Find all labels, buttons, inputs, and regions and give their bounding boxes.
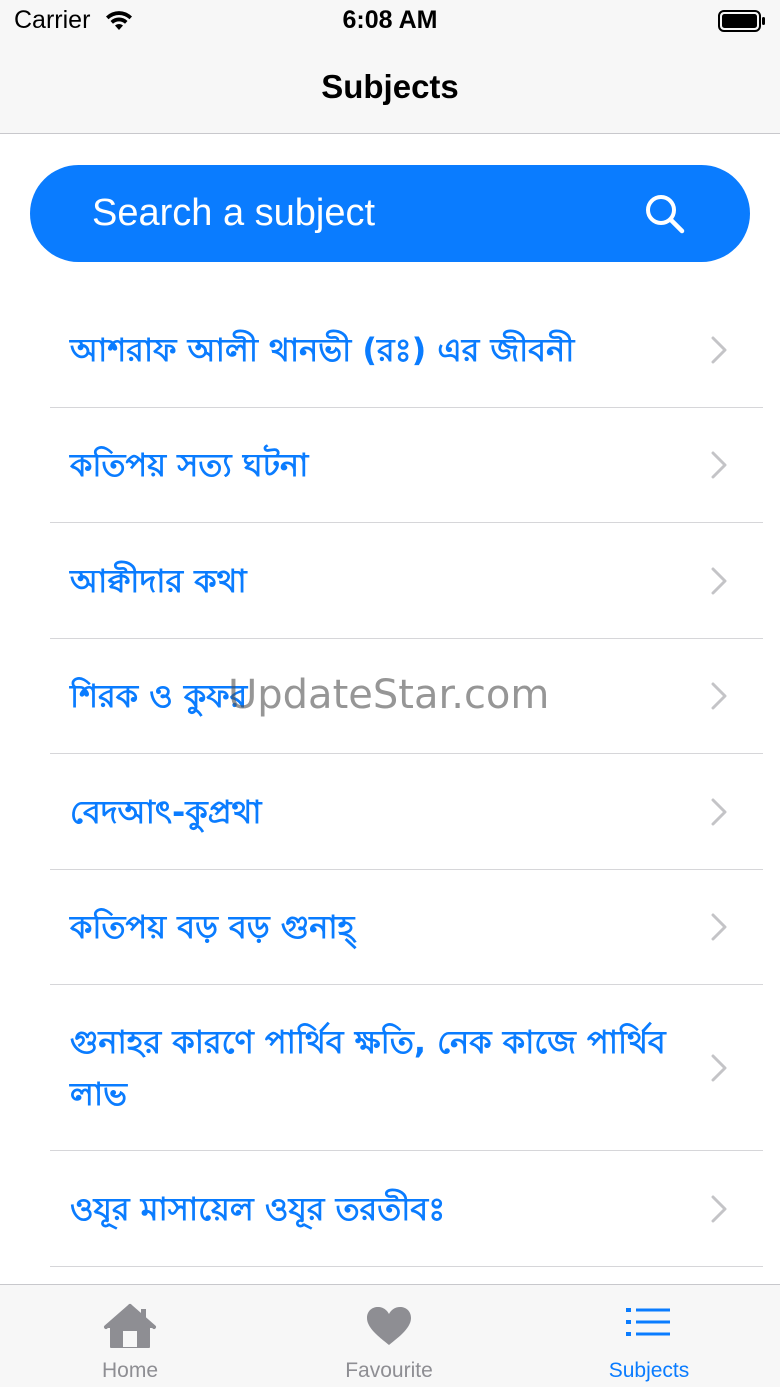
tab-bar: Home Favourite Subjects <box>0 1284 780 1387</box>
list-icon <box>626 1308 670 1336</box>
list-item[interactable]: ওযূর মাসায়েল ওযূর তরতীবঃ <box>50 1151 763 1267</box>
tab-label: Favourite <box>345 1359 433 1382</box>
battery-icon <box>718 10 765 32</box>
tab-favourite[interactable]: Favourite <box>289 1285 489 1387</box>
watermark: UpdateStar.com <box>228 672 550 718</box>
chevron-right-icon <box>711 913 727 941</box>
status-time: 6:08 AM <box>342 6 438 34</box>
list-item[interactable]: আশরাফ আলী থানভী (রঃ) এর জীবনী <box>50 292 763 408</box>
subject-label: কতিপয় বড় বড় গুনাহ্ <box>70 908 355 946</box>
home-icon <box>104 1304 156 1348</box>
chevron-right-icon <box>711 451 727 479</box>
list-item[interactable]: কতিপয় সত্য ঘটনা <box>50 408 763 523</box>
tab-label: Home <box>101 1359 159 1382</box>
list-item[interactable]: গুনাহর কারণে পার্থিব ক্ষতি, নেক কাজে পার… <box>50 985 763 1151</box>
navigation-bar: Subjects <box>0 44 780 134</box>
subject-label: ওযূর মাসায়েল ওযূর তরতীবঃ <box>70 1189 446 1228</box>
subject-label: আক্বীদার কথা <box>70 561 247 600</box>
app-screen: Carrier 6:08 AM Subjects আশরাফ আলী থানভী… <box>0 0 780 1387</box>
search-icon[interactable] <box>644 193 686 235</box>
status-bar: Carrier 6:08 AM <box>0 0 780 44</box>
subject-label: আশরাফ আলী থানভী (রঃ) এর জীবনী <box>70 330 575 369</box>
list-item[interactable]: কতিপয় বড় বড় গুনাহ্ <box>50 870 763 985</box>
search-input[interactable] <box>92 165 652 262</box>
chevron-right-icon <box>711 798 727 825</box>
subject-list: আশরাফ আলী থানভী (রঃ) এর জীবনী কতিপয় সত্… <box>0 292 780 1267</box>
subject-label: কতিপয় সত্য ঘটনা <box>70 446 309 484</box>
subject-label: বেদআৎ-কুপ্রথা <box>70 792 262 831</box>
list-item[interactable]: আক্বীদার কথা <box>50 523 763 639</box>
tab-label: Subjects <box>608 1359 690 1382</box>
list-item[interactable]: বেদআৎ-কুপ্রথা <box>50 754 763 870</box>
search-bar[interactable] <box>30 165 750 262</box>
chevron-right-icon <box>711 567 727 594</box>
chevron-right-icon <box>711 336 727 363</box>
chevron-right-icon <box>711 1054 727 1081</box>
chevron-right-icon <box>711 682 727 710</box>
subject-label: গুনাহর কারণে পার্থিব ক্ষতি, নেক কাজে পার… <box>70 1022 666 1113</box>
tab-subjects[interactable]: Subjects <box>549 1285 749 1387</box>
heart-icon <box>367 1307 411 1345</box>
page-title: Subjects <box>321 68 459 105</box>
tab-home[interactable]: Home <box>30 1285 230 1387</box>
chevron-right-icon <box>711 1195 727 1222</box>
